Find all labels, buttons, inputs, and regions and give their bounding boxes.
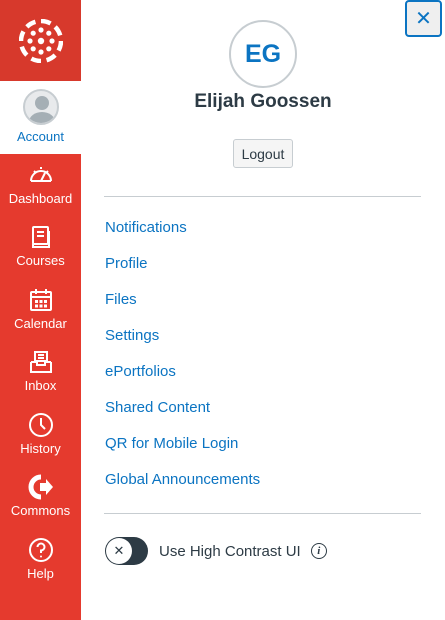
close-icon: ✕ — [415, 7, 432, 30]
global-nav: Account Dashboard Courses Calendar Inbox… — [0, 0, 81, 620]
nav-item-label: Calendar — [14, 316, 67, 331]
high-contrast-toggle[interactable]: ✕ — [105, 537, 148, 565]
x-icon: ✕ — [113, 543, 125, 558]
help-icon — [28, 538, 53, 562]
calendar-icon — [29, 289, 52, 311]
dashboard-icon — [29, 167, 52, 182]
high-contrast-row: ✕ Use High Contrast UI i — [105, 537, 327, 565]
account-tray: ✕ EG Elijah Goossen Logout Notifications… — [81, 0, 445, 620]
nav-item-label: Commons — [10, 503, 71, 518]
link-global-announcements[interactable]: Global Announcements — [105, 468, 260, 504]
info-glyph: i — [317, 545, 321, 557]
toggle-knob: ✕ — [106, 538, 132, 564]
canvas-logo-link[interactable] — [0, 0, 81, 81]
nav-item-label: Inbox — [24, 378, 57, 393]
link-profile[interactable]: Profile — [105, 252, 260, 288]
nav-item-history[interactable]: History — [0, 404, 81, 466]
divider — [104, 196, 421, 197]
nav-item-label: Dashboard — [8, 191, 73, 206]
divider — [104, 513, 421, 514]
info-icon[interactable]: i — [310, 543, 327, 559]
link-notifications[interactable]: Notifications — [105, 216, 260, 252]
canvas-logo-icon — [18, 18, 63, 63]
link-shared-content[interactable]: Shared Content — [105, 396, 260, 432]
commons-icon — [28, 474, 53, 500]
link-settings[interactable]: Settings — [105, 324, 260, 360]
nav-item-account[interactable]: Account — [0, 81, 81, 154]
nav-item-label: Courses — [16, 253, 65, 268]
nav-item-calendar[interactable]: Calendar — [0, 279, 81, 341]
logout-button[interactable]: Logout — [233, 139, 293, 168]
history-icon — [28, 413, 53, 437]
nav-item-help[interactable]: Help — [0, 529, 81, 591]
nav-item-dashboard[interactable]: Dashboard — [0, 154, 81, 216]
nav-item-label: Help — [27, 566, 54, 581]
user-avatar: EG — [229, 20, 297, 88]
user-initials: EG — [244, 39, 282, 68]
high-contrast-label: Use High Contrast UI — [159, 542, 301, 560]
account-avatar-icon — [22, 89, 59, 125]
nav-item-label: History — [20, 441, 61, 456]
user-name: Elijah Goossen — [194, 91, 332, 112]
account-links-list: Notifications Profile Files Settings ePo… — [105, 216, 260, 504]
nav-item-inbox[interactable]: Inbox — [0, 341, 81, 403]
inbox-icon — [29, 351, 52, 373]
link-qr-mobile-login[interactable]: QR for Mobile Login — [105, 432, 260, 468]
close-tray-button[interactable]: ✕ — [405, 0, 442, 37]
nav-item-label: Account — [17, 129, 64, 144]
courses-icon — [31, 226, 50, 248]
nav-item-courses[interactable]: Courses — [0, 216, 81, 278]
link-eportfolios[interactable]: ePortfolios — [105, 360, 260, 396]
nav-item-commons[interactable]: Commons — [0, 466, 81, 528]
link-files[interactable]: Files — [105, 288, 260, 324]
